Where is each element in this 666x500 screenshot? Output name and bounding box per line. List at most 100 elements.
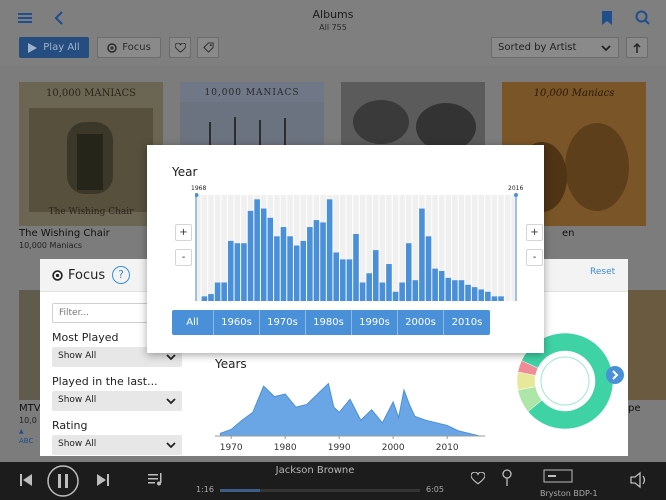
year-bar[interactable]: [471, 287, 478, 301]
album-title[interactable]: pe: [628, 403, 641, 414]
year-bar[interactable]: [267, 217, 274, 301]
help-icon[interactable]: ?: [112, 266, 130, 284]
focus-button[interactable]: Focus: [97, 37, 161, 58]
range-end-decrease-button[interactable]: -: [526, 249, 543, 266]
year-bar[interactable]: [366, 273, 372, 301]
index-up-icon[interactable]: ▲: [19, 428, 24, 435]
year-bar[interactable]: [280, 227, 287, 301]
years-area-chart[interactable]: 1970 1980 1990 2000 2010: [210, 374, 490, 456]
year-bar[interactable]: [201, 296, 208, 301]
favorite-filter-button[interactable]: [169, 37, 191, 58]
range-end-handle[interactable]: [514, 193, 518, 197]
play-all-button[interactable]: Play All: [19, 37, 89, 58]
year-bar[interactable]: [379, 282, 386, 301]
decade-1960s-button[interactable]: 1960s: [214, 310, 260, 335]
range-start-decrease-button[interactable]: -: [175, 249, 192, 266]
next-track-icon[interactable]: [95, 472, 111, 492]
decade-1970s-button[interactable]: 1970s: [260, 310, 306, 335]
year-bar[interactable]: [227, 240, 234, 301]
range-end-increase-button[interactable]: +: [526, 224, 543, 241]
year-bar[interactable]: [405, 243, 412, 301]
years-area-series[interactable]: [219, 382, 480, 437]
year-bar[interactable]: [307, 227, 313, 301]
cover-text: 10,000 MANIACS: [45, 88, 137, 99]
year-bar[interactable]: [412, 280, 419, 301]
search-icon[interactable]: [633, 8, 653, 28]
album-cover[interactable]: [628, 290, 666, 400]
progress-bar[interactable]: [220, 489, 420, 492]
page-subtitle: All 755: [319, 23, 347, 32]
sort-direction-button[interactable]: [626, 37, 648, 58]
year-bar[interactable]: [452, 280, 458, 301]
year-bar[interactable]: [425, 236, 432, 301]
year-bar[interactable]: [432, 268, 438, 301]
album-artist[interactable]: 10,0: [19, 416, 37, 425]
year-bar[interactable]: [313, 220, 320, 301]
year-bar[interactable]: [247, 210, 254, 301]
decade-all-button[interactable]: All: [172, 310, 214, 335]
year-bar[interactable]: [498, 296, 504, 301]
decade-2000s-button[interactable]: 2000s: [398, 310, 444, 335]
pause-icon[interactable]: [46, 464, 80, 500]
alphabet-index[interactable]: ABC: [19, 437, 33, 445]
year-bar-chart[interactable]: [195, 193, 518, 303]
queue-icon[interactable]: [147, 470, 165, 492]
year-bar[interactable]: [214, 282, 221, 301]
radio-icon[interactable]: [500, 468, 514, 492]
year-bar[interactable]: [241, 243, 247, 301]
played-in-last-select[interactable]: Show All: [52, 391, 182, 411]
now-playing-track[interactable]: Jackson Browne: [230, 465, 400, 476]
decade-2010s-button[interactable]: 2010s: [444, 310, 490, 335]
rating-select[interactable]: Show All: [52, 435, 182, 455]
reset-button[interactable]: Reset: [590, 267, 615, 277]
album-cover[interactable]: [19, 290, 41, 400]
tag-filter-button[interactable]: [197, 37, 219, 58]
decade-1980s-button[interactable]: 1980s: [306, 310, 352, 335]
year-bar[interactable]: [445, 277, 452, 301]
heart-icon[interactable]: [470, 470, 486, 489]
year-bar[interactable]: [340, 259, 346, 301]
year-bar[interactable]: [372, 250, 379, 301]
next-chart-button[interactable]: [606, 366, 624, 384]
year-bar[interactable]: [485, 291, 491, 301]
album-title[interactable]: The Wishing Chair: [19, 228, 110, 239]
year-bar[interactable]: [419, 208, 425, 301]
year-bar[interactable]: [353, 233, 359, 301]
album-cover[interactable]: 10,000 MANIACS The Wishing Chair: [19, 82, 163, 226]
decade-1990s-button[interactable]: 1990s: [352, 310, 398, 335]
year-bar[interactable]: [392, 291, 399, 301]
year-bar[interactable]: [260, 208, 267, 301]
year-bar[interactable]: [326, 199, 333, 301]
year-bar[interactable]: [287, 236, 293, 301]
year-bar[interactable]: [491, 296, 498, 301]
year-bar[interactable]: [234, 243, 241, 301]
year-bar[interactable]: [386, 264, 392, 301]
year-bar[interactable]: [221, 282, 227, 301]
year-bar[interactable]: [300, 240, 307, 301]
year-bar[interactable]: [359, 282, 366, 301]
year-bar[interactable]: [333, 252, 340, 301]
year-bar[interactable]: [458, 280, 465, 301]
zone-device-name[interactable]: Bryston BDP-1: [540, 489, 598, 498]
year-bar[interactable]: [438, 270, 445, 301]
year-bar[interactable]: [399, 282, 405, 301]
year-bar[interactable]: [254, 199, 260, 301]
year-bar[interactable]: [208, 294, 214, 301]
previous-track-icon[interactable]: [18, 472, 34, 492]
zone-device-icon[interactable]: [543, 466, 573, 490]
year-bar[interactable]: [465, 284, 471, 301]
sort-select[interactable]: Sorted by Artist: [491, 37, 619, 58]
year-bar[interactable]: [274, 236, 280, 301]
range-start-increase-button[interactable]: +: [175, 224, 192, 241]
year-bar[interactable]: [293, 245, 300, 301]
bookmark-icon[interactable]: [597, 8, 617, 28]
focus-button-label: Focus: [122, 42, 151, 53]
album-artist[interactable]: 10,000 Maniacs: [19, 241, 82, 250]
rating-value: Show All: [58, 439, 97, 449]
year-bar[interactable]: [346, 259, 353, 301]
year-bar[interactable]: [320, 222, 326, 301]
album-title[interactable]: en: [562, 228, 575, 239]
album-title[interactable]: MTV: [19, 403, 41, 414]
year-bar[interactable]: [478, 289, 485, 301]
volume-icon[interactable]: [629, 471, 649, 493]
